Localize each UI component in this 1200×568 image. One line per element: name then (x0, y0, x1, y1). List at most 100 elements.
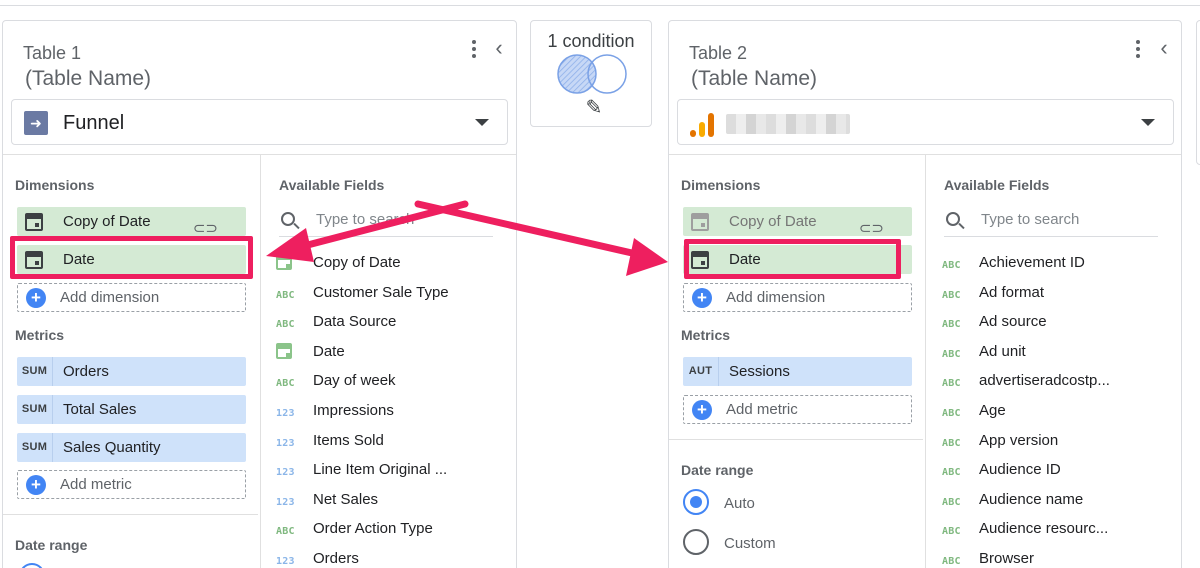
number-type-icon: 123 (276, 467, 295, 479)
table1-data-source-label: Funnel (63, 112, 125, 134)
table1-name-input[interactable]: (Table Name) (25, 65, 151, 93)
field-label: Audience name (979, 490, 1084, 508)
top-toolbar-edge (0, 0, 1200, 6)
more-options-icon[interactable] (1130, 37, 1146, 61)
table2-panel: Table 2 (Table Name) ‹ Dimensions Copy o… (668, 20, 1182, 568)
dimensions-heading: Dimensions (15, 177, 95, 193)
add-dimension-button[interactable]: + Add dimension (17, 283, 246, 312)
dimension-chip-copy-of-date[interactable]: Copy of Date ⊂⊃ (683, 207, 912, 237)
text-type-icon: ABC (942, 496, 961, 508)
field-label: Order Action Type (313, 520, 433, 538)
google-analytics-icon (690, 109, 716, 137)
join-condition-card[interactable]: 1 condition ✎ (530, 20, 652, 127)
plus-icon: + (26, 475, 46, 495)
add-metric-button[interactable]: + Add metric (17, 470, 246, 499)
metric-chip-sales-quantity[interactable]: SUM Sales Quantity (17, 433, 246, 462)
date-range-auto-radio[interactable] (683, 489, 709, 515)
collapse-chevron-icon[interactable]: ‹ (1154, 35, 1174, 61)
table2-title: Table 2 (689, 43, 748, 63)
text-type-icon: ABC (276, 289, 295, 301)
available-fields-heading: Available Fields (944, 177, 1050, 193)
dimension-chip-date[interactable]: Date (17, 245, 246, 274)
calendar-icon (25, 213, 43, 231)
table2-data-source-select[interactable] (677, 99, 1174, 145)
field-label: Net Sales (313, 490, 379, 508)
aggregation-badge[interactable]: SUM (17, 433, 53, 462)
date-range-auto-radio[interactable] (19, 563, 45, 568)
join-condition-label: 1 condition (547, 31, 635, 51)
next-panel-edge (1196, 20, 1200, 165)
metrics-heading: Metrics (15, 327, 65, 343)
pencil-icon[interactable]: ✎ (583, 97, 605, 119)
text-type-icon: ABC (276, 526, 295, 538)
field-label: Line Item Original ... (313, 461, 448, 479)
add-metric-button[interactable]: + Add metric (683, 395, 912, 424)
field-label: Orders (313, 550, 359, 567)
field-label: Age (979, 402, 1006, 419)
metric-label: Orders (63, 363, 109, 380)
aggregation-badge[interactable]: AUT (683, 357, 719, 386)
dimensions-heading: Dimensions (681, 177, 761, 193)
calendar-icon (25, 251, 43, 269)
field-label: Impressions (313, 402, 394, 419)
text-type-icon: ABC (942, 378, 961, 390)
dropdown-arrow-icon (475, 119, 489, 126)
metrics-heading: Metrics (681, 327, 731, 343)
available-fields-heading: Available Fields (279, 177, 385, 193)
date-range-heading: Date range (681, 462, 754, 478)
text-type-icon: ABC (276, 319, 295, 331)
metric-chip-orders[interactable]: SUM Orders (17, 357, 246, 386)
field-search-input[interactable]: Type to search (944, 207, 1158, 237)
aggregation-badge[interactable]: SUM (17, 357, 53, 386)
text-type-icon: ABC (276, 378, 295, 390)
plus-icon: + (692, 288, 712, 308)
collapse-chevron-icon[interactable]: ‹ (489, 35, 509, 61)
calendar-icon (691, 251, 709, 269)
date-range-custom-radio[interactable] (683, 529, 709, 555)
data-source-icon: ➜ (24, 111, 48, 135)
column-divider (925, 154, 926, 568)
metric-label: Total Sales (63, 401, 137, 418)
add-dimension-label: Add dimension (60, 289, 160, 306)
field-label: Day of week (313, 372, 396, 390)
field-label: Ad unit (979, 342, 1026, 360)
number-type-icon: 123 (276, 408, 295, 419)
dimension-chip-date[interactable]: Date (683, 245, 912, 274)
more-options-icon[interactable] (466, 37, 482, 61)
field-label: Copy of Date (313, 254, 401, 271)
text-type-icon: ABC (942, 260, 961, 271)
date-range-auto-label: Auto (724, 495, 755, 512)
table1-title: Table 1 (23, 43, 82, 63)
metric-chip-total-sales[interactable]: SUM Total Sales (17, 395, 246, 424)
add-dimension-button[interactable]: + Add dimension (683, 283, 912, 312)
divider (3, 514, 258, 515)
text-type-icon: ABC (942, 289, 961, 301)
table1-data-source-select[interactable]: ➜ Funnel (11, 99, 508, 145)
add-metric-label: Add metric (726, 401, 798, 418)
search-icon (281, 212, 295, 226)
metric-chip-sessions[interactable]: AUT Sessions (683, 357, 912, 386)
link-icon: ⊂⊃ (192, 220, 218, 237)
text-type-icon: ABC (942, 556, 961, 567)
table2-name-input[interactable]: (Table Name) (691, 65, 817, 93)
dimension-chip-copy-of-date[interactable]: Copy of Date ⊂⊃ (17, 207, 246, 237)
calendar-icon (276, 342, 300, 359)
search-icon (946, 212, 960, 226)
link-icon: ⊂⊃ (858, 220, 884, 237)
field-search-input[interactable]: Type to search (279, 207, 493, 237)
text-type-icon: ABC (942, 437, 961, 449)
text-type-icon: ABC (942, 348, 961, 360)
metric-label: Sales Quantity (63, 439, 161, 456)
field-label: Ad format (979, 283, 1045, 301)
aggregation-badge[interactable]: SUM (17, 395, 53, 424)
field-label: Audience ID (979, 461, 1061, 479)
text-type-icon: ABC (942, 408, 961, 419)
field-label: Ad source (979, 313, 1047, 331)
field-label: Items Sold (313, 431, 384, 449)
field-label: Data Source (313, 313, 397, 331)
plus-icon: + (692, 400, 712, 420)
metric-label: Sessions (729, 363, 790, 380)
field-label: Audience resourc... (979, 520, 1109, 538)
dimension-label: Copy of Date (729, 213, 817, 230)
dimension-label: Copy of Date (63, 213, 151, 230)
